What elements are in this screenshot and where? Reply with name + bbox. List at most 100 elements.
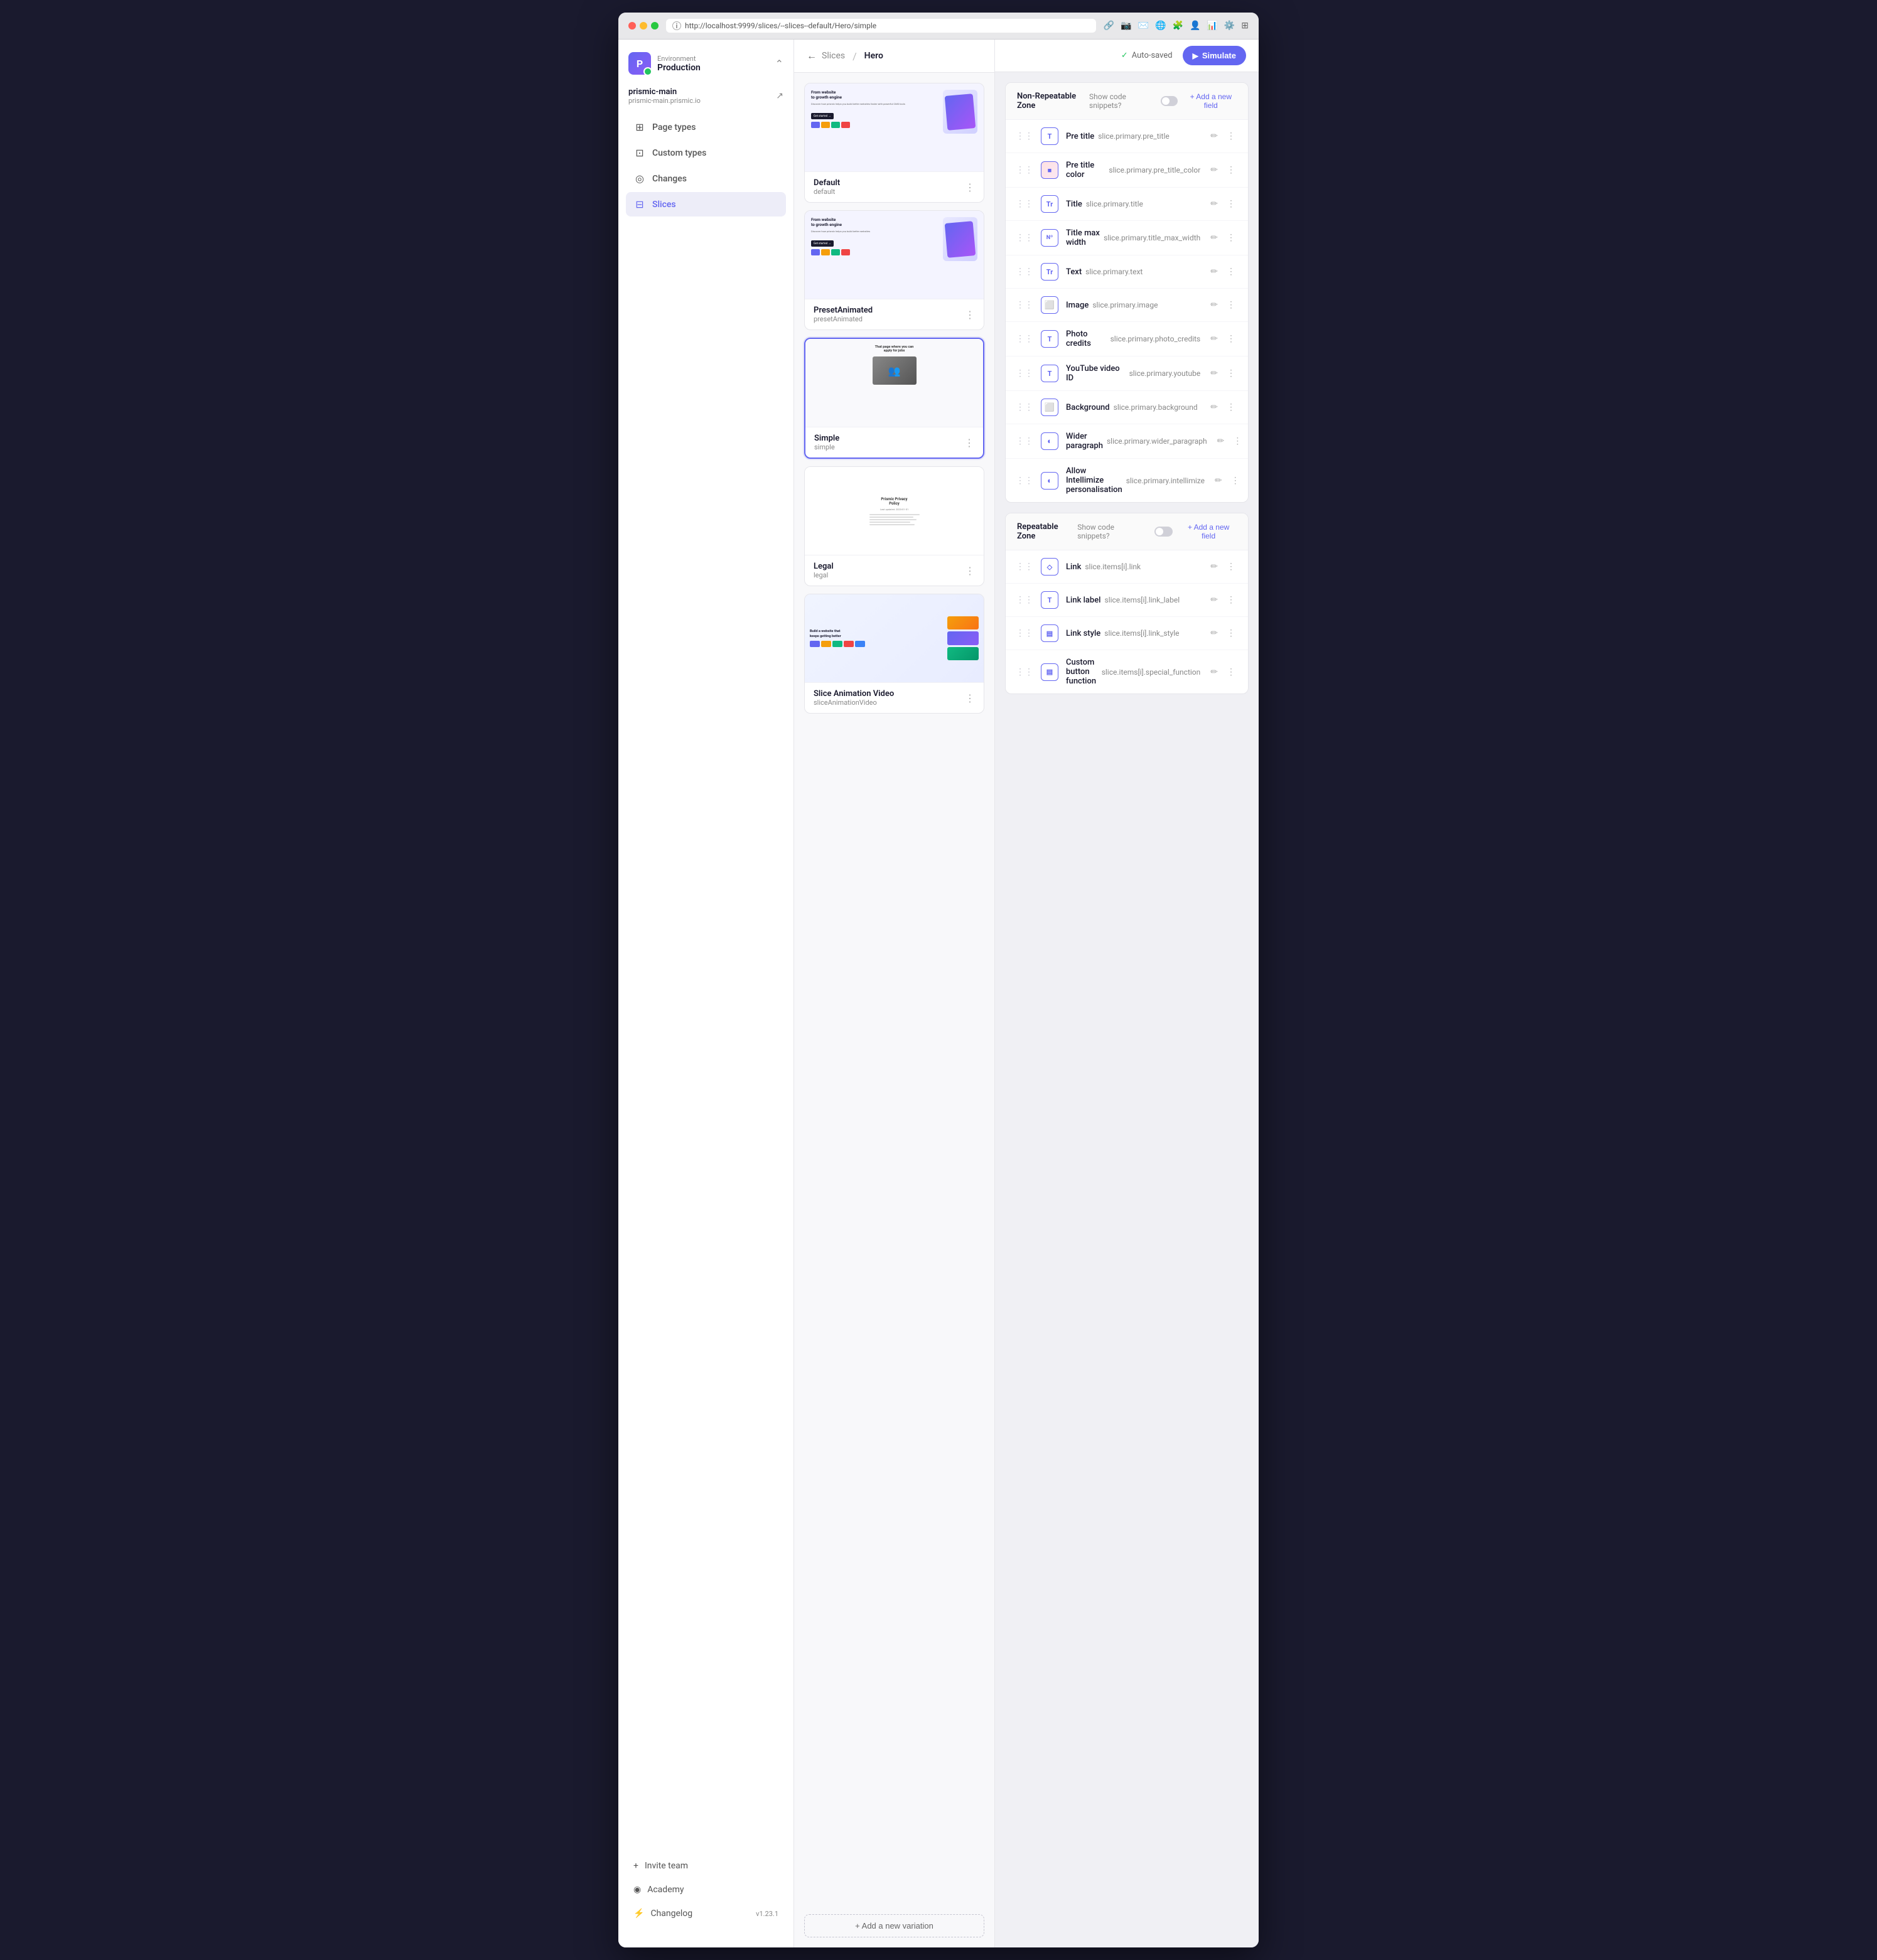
fields-wrapper: ✓ Auto-saved ▶ Simulate Non-Repeatable Z…	[995, 40, 1259, 1947]
slice-card-legal[interactable]: Prismic PrivacyPolicy Last updated: 2023…	[804, 466, 984, 586]
grid-icon[interactable]: ⊞	[1241, 21, 1249, 31]
more-custom-button-function-button[interactable]: ⋮	[1224, 665, 1238, 680]
edit-link-label-button[interactable]: ✏	[1208, 592, 1220, 608]
edit-link-style-button[interactable]: ✏	[1208, 626, 1220, 641]
add-field-button-non-repeatable[interactable]: + Add a new field	[1185, 92, 1237, 110]
field-name-group-photo-credits: Photo credits slice.primary.photo_credit…	[1066, 329, 1200, 348]
edit-pre-title-button[interactable]: ✏	[1208, 129, 1220, 144]
field-type-icon-title: Tr	[1041, 195, 1058, 213]
globe-icon[interactable]: 🌐	[1155, 21, 1166, 31]
field-name-group-title: Title slice.primary.title	[1066, 200, 1200, 209]
field-row-pre-title-color: ⋮⋮ ■ Pre title color slice.primary.pre_t…	[1006, 153, 1248, 188]
drag-handle-pre-title-color[interactable]: ⋮⋮	[1016, 165, 1033, 175]
more-link-label-button[interactable]: ⋮	[1224, 592, 1238, 608]
workspace-chevron-icon[interactable]: ⌃	[775, 58, 783, 70]
simulate-button[interactable]: ▶ Simulate	[1183, 46, 1246, 65]
url-bar[interactable]: i http://localhost:9999/slices/--slices-…	[666, 19, 1096, 33]
more-photo-credits-button[interactable]: ⋮	[1224, 331, 1238, 346]
slice-preview-legal: Prismic PrivacyPolicy Last updated: 2023…	[805, 467, 984, 555]
slice-menu-simple[interactable]: ⋮	[964, 437, 974, 449]
back-button[interactable]: ←	[807, 50, 817, 62]
more-text-button[interactable]: ⋮	[1224, 264, 1238, 279]
drag-handle-youtube-video-id[interactable]: ⋮⋮	[1016, 368, 1033, 378]
drag-handle-pre-title[interactable]: ⋮⋮	[1016, 131, 1033, 141]
edit-youtube-video-id-button[interactable]: ✏	[1208, 366, 1220, 381]
drag-handle-link-label[interactable]: ⋮⋮	[1016, 595, 1033, 605]
more-youtube-video-id-button[interactable]: ⋮	[1224, 366, 1238, 381]
edit-wider-paragraph-button[interactable]: ✏	[1215, 434, 1227, 449]
drag-handle-photo-credits[interactable]: ⋮⋮	[1016, 334, 1033, 344]
drag-handle-text[interactable]: ⋮⋮	[1016, 267, 1033, 277]
drag-handle-title[interactable]: ⋮⋮	[1016, 199, 1033, 209]
link-icon[interactable]: 🔗	[1104, 21, 1114, 31]
drag-handle-wider-paragraph[interactable]: ⋮⋮	[1016, 436, 1033, 446]
edit-photo-credits-button[interactable]: ✏	[1208, 331, 1220, 346]
user-icon[interactable]: 👤	[1190, 21, 1200, 31]
slice-card-preset-animated[interactable]: From websiteto growth engine Discover ho…	[804, 210, 984, 330]
field-name-group-allow-intellimize: Allow Intellimize personalisation slice.…	[1066, 466, 1205, 495]
chart-icon[interactable]: 📊	[1207, 21, 1217, 31]
slice-menu-legal[interactable]: ⋮	[965, 565, 975, 577]
more-wider-paragraph-button[interactable]: ⋮	[1230, 434, 1244, 449]
mail-icon[interactable]: ✉️	[1138, 21, 1149, 31]
add-variation-button[interactable]: + Add a new variation	[804, 1914, 984, 1937]
minimize-window-button[interactable]	[640, 22, 647, 29]
drag-handle-custom-button-function[interactable]: ⋮⋮	[1016, 667, 1033, 677]
play-icon: ▶	[1193, 51, 1198, 60]
maximize-window-button[interactable]	[651, 22, 659, 29]
more-allow-intellimize-button[interactable]: ⋮	[1229, 473, 1242, 488]
edit-background-button[interactable]: ✏	[1208, 400, 1220, 415]
field-row-link: ⋮⋮ ◇ Link slice.items[i].link ✏ ⋮	[1006, 550, 1248, 584]
slice-menu-preset-animated[interactable]: ⋮	[965, 309, 975, 321]
changelog-item[interactable]: ⚡ Changelog v1.23.1	[626, 1902, 786, 1925]
drag-handle-link[interactable]: ⋮⋮	[1016, 562, 1033, 572]
drag-handle-allow-intellimize[interactable]: ⋮⋮	[1016, 476, 1033, 486]
edit-link-button[interactable]: ✏	[1208, 559, 1220, 574]
add-field-button-repeatable[interactable]: + Add a new field	[1180, 523, 1237, 540]
sidebar-item-page-types[interactable]: ⊞ Page types	[626, 115, 786, 139]
more-title-max-width-button[interactable]: ⋮	[1224, 230, 1238, 245]
slice-card-animation-video[interactable]: Build a website thatkeeps getting better	[804, 594, 984, 714]
field-label-image: Image	[1066, 301, 1089, 310]
drag-handle-link-style[interactable]: ⋮⋮	[1016, 628, 1033, 638]
more-pre-title-color-button[interactable]: ⋮	[1224, 163, 1238, 178]
camera-icon[interactable]: 📷	[1121, 21, 1131, 31]
puzzle-icon[interactable]: 🧩	[1173, 21, 1183, 31]
field-api-id-text: slice.primary.text	[1085, 267, 1143, 276]
field-row-image: ⋮⋮ ⬜ Image slice.primary.image ✏ ⋮	[1006, 289, 1248, 322]
edit-pre-title-color-button[interactable]: ✏	[1208, 163, 1220, 178]
more-image-button[interactable]: ⋮	[1224, 297, 1238, 313]
more-link-style-button[interactable]: ⋮	[1224, 626, 1238, 641]
sidebar-item-custom-types[interactable]: ⊡ Custom types	[626, 141, 786, 165]
more-background-button[interactable]: ⋮	[1224, 400, 1238, 415]
close-window-button[interactable]	[628, 22, 636, 29]
code-snippets-toggle[interactable]	[1161, 96, 1178, 106]
more-title-button[interactable]: ⋮	[1224, 196, 1238, 212]
edit-title-button[interactable]: ✏	[1208, 196, 1220, 212]
invite-team-item[interactable]: + Invite team	[626, 1855, 786, 1877]
slice-menu-default[interactable]: ⋮	[965, 181, 975, 193]
slice-menu-animation-video[interactable]: ⋮	[965, 692, 975, 704]
slice-card-simple[interactable]: That page where you canapply for jobs Si…	[804, 338, 984, 459]
field-actions-pre-title-color: ✏ ⋮	[1208, 163, 1238, 178]
field-row-custom-button-function: ⋮⋮ ▤ Custom button function slice.items[…	[1006, 650, 1248, 693]
more-link-button[interactable]: ⋮	[1224, 559, 1238, 574]
more-pre-title-button[interactable]: ⋮	[1224, 129, 1238, 144]
repeatable-code-snippets-toggle[interactable]	[1154, 527, 1173, 537]
drag-handle-background[interactable]: ⋮⋮	[1016, 402, 1033, 412]
sidebar-item-changes[interactable]: ◎ Changes	[626, 166, 786, 191]
edit-custom-button-function-button[interactable]: ✏	[1208, 665, 1220, 680]
drag-handle-image[interactable]: ⋮⋮	[1016, 300, 1033, 310]
external-link-icon[interactable]: ↗	[776, 91, 783, 101]
field-label-youtube-video-id: YouTube video ID	[1066, 364, 1126, 383]
edit-title-max-width-button[interactable]: ✏	[1208, 230, 1220, 245]
sidebar-item-slices[interactable]: ⊟ Slices	[626, 192, 786, 217]
academy-item[interactable]: ◉ Academy	[626, 1878, 786, 1901]
edit-text-button[interactable]: ✏	[1208, 264, 1220, 279]
edit-image-button[interactable]: ✏	[1208, 297, 1220, 313]
settings-icon[interactable]: ⚙️	[1224, 21, 1235, 31]
slices-panel: ← Slices / Hero From websiteto growth en…	[794, 40, 995, 1947]
slice-card-default[interactable]: From websiteto growth engine Discover ho…	[804, 83, 984, 203]
drag-handle-title-max-width[interactable]: ⋮⋮	[1016, 233, 1033, 243]
edit-allow-intellimize-button[interactable]: ✏	[1212, 473, 1225, 488]
